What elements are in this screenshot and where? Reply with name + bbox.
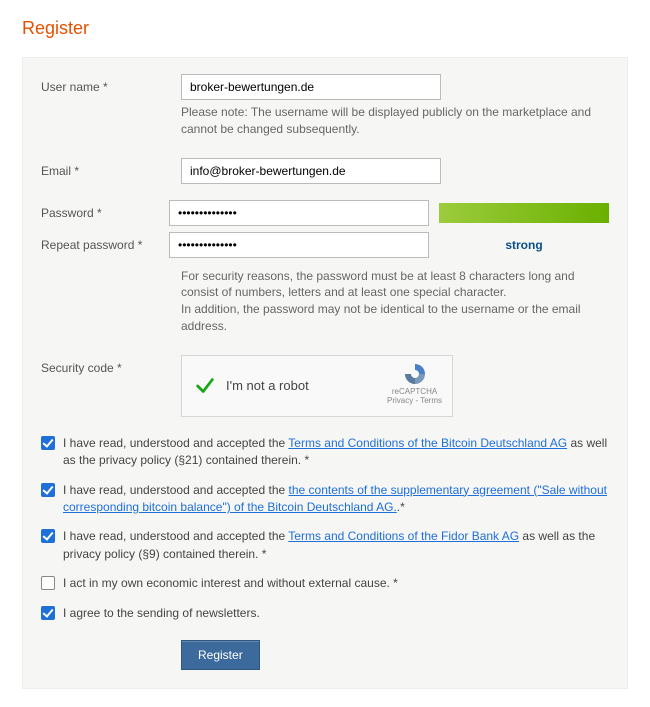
password-input[interactable] bbox=[169, 200, 429, 226]
password-strength-text: strong bbox=[439, 238, 609, 252]
recaptcha-widget[interactable]: I'm not a robot reCAPTCHA Privacy - Term… bbox=[181, 355, 453, 417]
own-interest-checkbox[interactable] bbox=[41, 576, 55, 590]
own-interest-label: I act in my own economic interest and wi… bbox=[63, 575, 609, 592]
terms-btc-link[interactable]: Terms and Conditions of the Bitcoin Deut… bbox=[288, 436, 567, 450]
accept-terms-btc-checkbox[interactable] bbox=[41, 436, 55, 450]
repeat-password-input[interactable] bbox=[169, 232, 429, 258]
password-strength-bar bbox=[439, 203, 609, 223]
username-input[interactable] bbox=[181, 74, 441, 100]
recaptcha-logo: reCAPTCHA Privacy - Terms bbox=[387, 362, 442, 406]
captcha-label: Security code * bbox=[41, 355, 181, 375]
recaptcha-icon bbox=[401, 362, 429, 386]
newsletter-label: I agree to the sending of newsletters. bbox=[63, 605, 609, 622]
newsletter-checkbox[interactable] bbox=[41, 606, 55, 620]
username-label: User name * bbox=[41, 74, 181, 94]
accept-supplementary-checkbox[interactable] bbox=[41, 483, 55, 497]
email-label: Email * bbox=[41, 158, 181, 178]
page-title: Register bbox=[22, 18, 628, 39]
register-button[interactable]: Register bbox=[181, 640, 260, 670]
username-helper: Please note: The username will be displa… bbox=[181, 104, 601, 138]
email-input[interactable] bbox=[181, 158, 441, 184]
recaptcha-text: I'm not a robot bbox=[226, 378, 309, 393]
terms-fidor-link[interactable]: Terms and Conditions of the Fidor Bank A… bbox=[288, 529, 519, 543]
checkmark-icon bbox=[194, 375, 216, 397]
password-helper: For security reasons, the password must … bbox=[181, 268, 601, 335]
accept-supplementary-label: I have read, understood and accepted the… bbox=[63, 482, 609, 517]
password-label: Password * bbox=[41, 200, 169, 220]
repeat-password-label: Repeat password * bbox=[41, 232, 169, 252]
accept-terms-fidor-checkbox[interactable] bbox=[41, 529, 55, 543]
register-form: User name * Please note: The username wi… bbox=[22, 57, 628, 689]
accept-terms-fidor-label: I have read, understood and accepted the… bbox=[63, 528, 609, 563]
accept-terms-btc-label: I have read, understood and accepted the… bbox=[63, 435, 609, 470]
